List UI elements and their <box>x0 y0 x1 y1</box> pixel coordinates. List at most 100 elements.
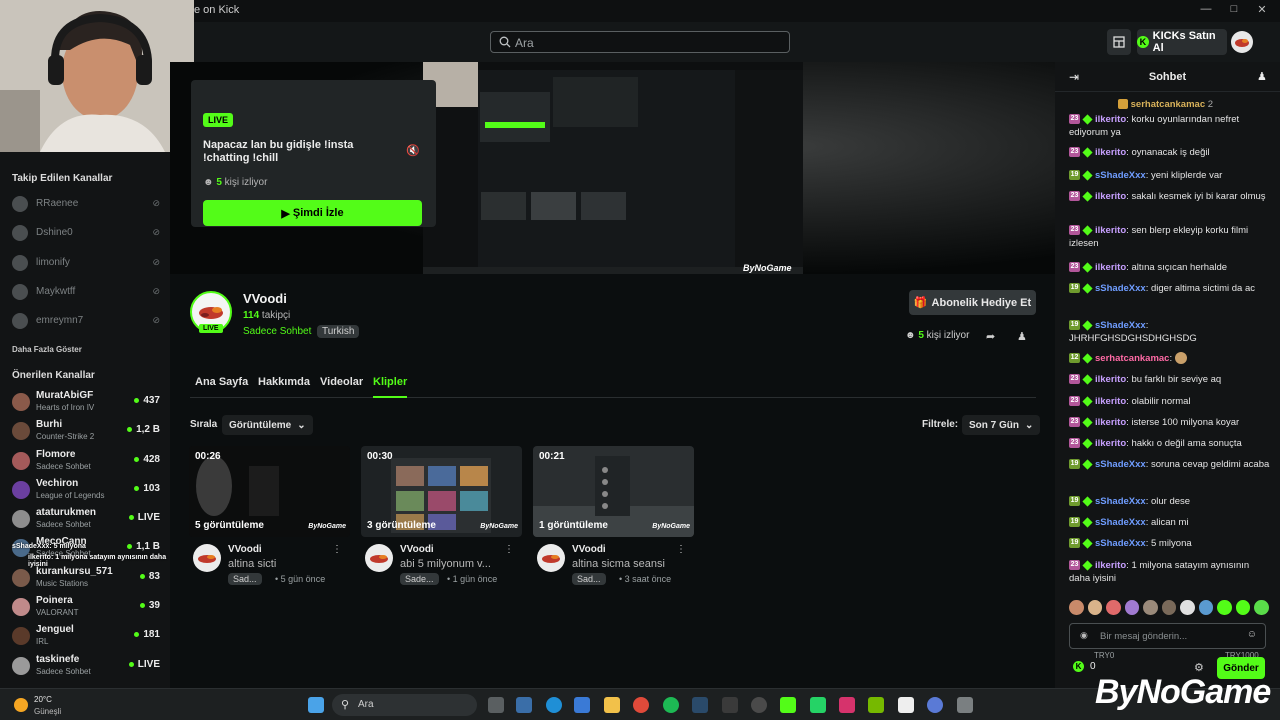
calculator-icon[interactable] <box>957 697 973 713</box>
channel-name: Flomore <box>36 449 76 460</box>
sidebar-followed-item[interactable]: emreymn7 ⊘ <box>12 311 162 331</box>
steam-icon[interactable] <box>692 697 708 713</box>
clip-channel-name[interactable]: VVoodi <box>572 544 606 555</box>
instagram-icon[interactable] <box>839 697 855 713</box>
app-icon[interactable] <box>927 697 943 713</box>
clip-channel-avatar[interactable] <box>193 544 221 572</box>
verified-badge-icon <box>1082 496 1093 507</box>
file-explorer-icon[interactable] <box>604 697 620 713</box>
emote-icon[interactable] <box>1087 600 1103 615</box>
sidebar-recommended-item[interactable]: Burhi Counter-Strike 2 1,2 B <box>12 418 160 446</box>
search-input[interactable]: Ara <box>490 31 790 53</box>
clip-channel-avatar[interactable] <box>365 544 393 572</box>
sidebar-recommended-item[interactable]: Flomore Sadece Sohbet 428 <box>12 448 160 476</box>
channel-name: Burhi <box>36 419 63 430</box>
user-avatar[interactable] <box>1231 31 1253 53</box>
sidebar-followed-item[interactable]: RRaenee ⊘ <box>12 194 162 214</box>
emote-icon[interactable] <box>1143 600 1158 615</box>
windows-start-icon[interactable] <box>308 697 324 713</box>
sidebar-followed-item[interactable]: Maykwtff ⊘ <box>12 282 162 302</box>
clip-category[interactable]: Sade... <box>400 573 439 585</box>
clip-card[interactable]: 00:26 5 görüntüleme ByNoGame VVoodi ⋮ al… <box>189 446 350 591</box>
chrome-icon[interactable] <box>633 697 649 713</box>
sidebar-followed-item[interactable]: Dshine0 ⊘ <box>12 223 162 243</box>
mute-icon[interactable]: 🔇 <box>406 144 420 157</box>
maximize-icon[interactable]: □ <box>1224 3 1244 15</box>
avatar-bird-icon <box>542 555 560 563</box>
share-icon[interactable]: ➦ <box>986 330 995 343</box>
nvidia-icon[interactable] <box>868 697 884 713</box>
user-plus-icon[interactable]: ♟ <box>1017 330 1027 343</box>
viewer-count: 103 <box>134 483 160 494</box>
sidebar-recommended-item[interactable]: Jenguel IRL 181 <box>12 623 160 651</box>
task-view-icon[interactable] <box>488 697 504 713</box>
app-icon[interactable] <box>516 697 532 713</box>
clip-channel-name[interactable]: VVoodi <box>228 544 262 555</box>
channel-category: Sadece Sohbet <box>36 667 91 676</box>
spotify-icon[interactable] <box>663 697 679 713</box>
gift-subscription-button[interactable]: 🎁 Abonelik Hediye Et <box>909 290 1036 315</box>
emote-icon[interactable] <box>1161 600 1177 615</box>
emote-icon[interactable] <box>1217 600 1232 615</box>
sort-dropdown[interactable]: Görüntüleme ⌄ <box>222 415 313 435</box>
sidebar-followed-item[interactable]: limonify ⊘ <box>12 253 162 273</box>
channel-tag[interactable]: Turkish <box>317 325 360 338</box>
clip-title[interactable]: abi 5 milyonum v... <box>400 558 500 570</box>
close-icon[interactable]: ✕ <box>1252 3 1272 16</box>
emote-icon[interactable] <box>1180 600 1195 615</box>
emote-icon[interactable] <box>1124 600 1140 615</box>
channel-category: VALORANT <box>36 608 79 617</box>
kicks-buy-button[interactable]: K KICKs Satın Al <box>1137 29 1227 55</box>
sidebar-recommended-item[interactable]: taskinefe Sadece Sohbet LIVE <box>12 653 160 681</box>
tab-clips[interactable]: Klipler <box>373 376 407 388</box>
g-app-icon[interactable] <box>898 697 914 713</box>
watch-now-button[interactable]: ▶ Şimdi İzle <box>203 200 422 226</box>
try-min-label: TRY0 <box>1094 651 1115 660</box>
filter-dropdown[interactable]: Son 7 Gün ⌄ <box>962 415 1041 435</box>
chat-users-icon[interactable]: ♟ <box>1257 70 1267 83</box>
subscriber-badge: 19 <box>1069 283 1080 294</box>
subscriber-badge: 19 <box>1069 320 1080 331</box>
emoji-icon[interactable]: ☺ <box>1247 629 1257 640</box>
emote-icon[interactable] <box>1254 600 1270 615</box>
edge-icon[interactable] <box>546 697 562 713</box>
taskbar-search[interactable]: ⚲ Ara <box>332 694 477 716</box>
layout-icon-button[interactable] <box>1107 29 1131 55</box>
emote-icon[interactable] <box>1106 600 1121 615</box>
obs-icon[interactable] <box>751 697 767 713</box>
kick-app-icon[interactable] <box>780 697 796 713</box>
clip-title[interactable]: altina sicti <box>228 558 328 570</box>
clip-channel-name[interactable]: VVoodi <box>400 544 434 555</box>
store-icon[interactable] <box>574 697 590 713</box>
epic-games-icon[interactable] <box>722 697 738 713</box>
preview-watermark: ByNoGame <box>743 263 792 273</box>
sidebar-recommended-item[interactable]: Vechiron League of Legends 103 <box>12 477 160 505</box>
subscriber-badge: 19 <box>1069 496 1080 507</box>
channel-category[interactable]: Sadece Sohbet <box>243 326 311 337</box>
more-options-icon[interactable]: ⋮ <box>504 544 514 555</box>
channel-name: Maykwtff <box>36 286 76 297</box>
tab-home[interactable]: Ana Sayfa <box>195 376 248 388</box>
offline-icon: ⊘ <box>152 286 160 296</box>
clip-category[interactable]: Sad... <box>572 573 606 585</box>
clip-title[interactable]: altina sicma seansi <box>572 558 672 570</box>
minimize-icon[interactable]: — <box>1196 3 1216 15</box>
emote-icon[interactable] <box>1069 600 1084 615</box>
clip-channel-avatar[interactable] <box>537 544 565 572</box>
more-options-icon[interactable]: ⋮ <box>332 544 342 555</box>
sidebar-recommended-item[interactable]: ataturukmen Sadece Sohbet LIVE <box>12 506 160 534</box>
show-more-link[interactable]: Daha Fazla Göster <box>12 345 82 354</box>
more-options-icon[interactable]: ⋮ <box>676 544 686 555</box>
tab-about[interactable]: Hakkımda <box>258 376 310 388</box>
chat-message-input[interactable]: ◉ Bir mesaj gönderin... ☺ <box>1069 623 1266 649</box>
sidebar-recommended-item[interactable]: MuratAbiGF Hearts of Iron IV 437 <box>12 389 160 417</box>
clip-card[interactable]: 00:30 3 görüntüleme ByNoGame VVoodi ⋮ ab… <box>361 446 522 591</box>
sidebar-recommended-item[interactable]: Poinera VALORANT 39 <box>12 594 160 622</box>
tab-videos[interactable]: Videolar <box>320 376 363 388</box>
clip-category[interactable]: Sad... <box>228 573 262 585</box>
emote-icon[interactable] <box>1198 600 1214 615</box>
clip-card[interactable]: 00:21 1 görüntüleme ByNoGame VVoodi ⋮ al… <box>533 446 694 591</box>
sidebar-recommended-item[interactable]: kurankursu_571 Music Stations 83 <box>12 565 160 593</box>
whatsapp-icon[interactable] <box>810 697 826 713</box>
emote-icon[interactable] <box>1235 600 1251 615</box>
